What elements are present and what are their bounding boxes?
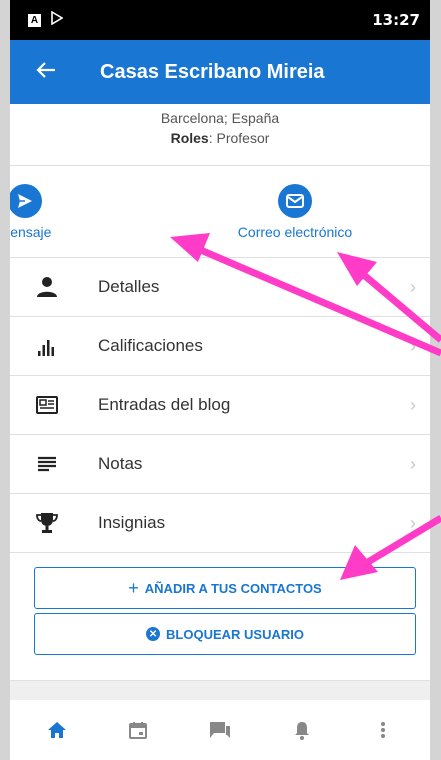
status-bar: A 13:27: [10, 0, 430, 40]
email-label: Correo electrónico: [237, 223, 353, 240]
menu-item-badges[interactable]: Insignias ›: [10, 494, 430, 553]
profile-location: Barcelona; España: [160, 110, 280, 126]
chevron-right-icon: ›: [410, 276, 416, 297]
menu-item-label: Notas: [98, 454, 143, 473]
back-arrow-icon[interactable]: [36, 58, 86, 86]
profile-buttons: + AÑADIR A TUS CONTACTOS ✕ BLOQUEAR USUA…: [10, 553, 430, 655]
bottom-navigation: [10, 700, 430, 760]
menu-item-notes[interactable]: Notas ›: [10, 435, 430, 494]
trophy-icon: [32, 512, 62, 534]
close-circle-icon: ✕: [146, 627, 161, 641]
profile-roles: Roles: Profesor: [10, 130, 430, 146]
more-icon[interactable]: [363, 710, 403, 750]
mail-icon: [278, 183, 312, 218]
message-button[interactable]: Mensaje: [10, 166, 160, 257]
message-label: Mensaje: [10, 223, 52, 240]
person-icon: [32, 276, 62, 298]
menu-item-label: Entradas del blog: [98, 395, 231, 414]
menu-item-blog[interactable]: Entradas del blog ›: [10, 376, 430, 435]
menu-item-label: Detalles: [98, 277, 160, 296]
contact-actions: Mensaje Correo electrónico: [10, 166, 430, 258]
page-title: Casas Escribano Mireia: [100, 60, 325, 83]
notes-icon: [32, 456, 62, 472]
menu-item-label: Calificaciones: [98, 336, 203, 355]
chevron-right-icon: ›: [410, 394, 416, 415]
menu-item-label: Insignias: [98, 513, 166, 532]
home-icon[interactable]: [37, 710, 77, 750]
chevron-right-icon: ›: [410, 453, 416, 474]
app-bar: Casas Escribano Mireia: [10, 40, 430, 104]
block-user-label: BLOQUEAR USUARIO: [166, 626, 304, 642]
content-end-divider: [10, 680, 430, 700]
menu-item-grades[interactable]: Calificaciones ›: [10, 317, 430, 376]
bell-icon[interactable]: [282, 710, 322, 750]
profile-menu: Detalles › Calificaciones › Entradas del…: [10, 258, 430, 553]
profile-summary: Barcelona; España Roles: Profesor: [10, 104, 430, 166]
calendar-icon[interactable]: [118, 710, 158, 750]
plus-icon: +: [128, 577, 139, 598]
chevron-right-icon: ›: [410, 512, 416, 533]
block-user-button[interactable]: ✕ BLOQUEAR USUARIO: [34, 613, 416, 655]
news-icon: [32, 396, 62, 414]
roles-value: : Profesor: [208, 130, 270, 146]
status-time: 13:27: [372, 11, 420, 29]
send-icon: [10, 183, 42, 218]
notification-a-icon: A: [28, 13, 41, 27]
add-contact-label: AÑADIR A TUS CONTACTOS: [144, 580, 322, 596]
chevron-right-icon: ›: [410, 335, 416, 356]
phone-screen: A 13:27 Casas Escribano Mireia Barcelona…: [10, 0, 430, 760]
email-button[interactable]: Correo electrónico: [160, 166, 430, 257]
play-store-icon: [51, 10, 64, 30]
bar-chart-icon: [32, 336, 62, 356]
messages-icon[interactable]: [200, 710, 240, 750]
add-contact-button[interactable]: + AÑADIR A TUS CONTACTOS: [34, 567, 416, 609]
roles-label: Roles: [170, 130, 209, 146]
menu-item-details[interactable]: Detalles ›: [10, 258, 430, 317]
